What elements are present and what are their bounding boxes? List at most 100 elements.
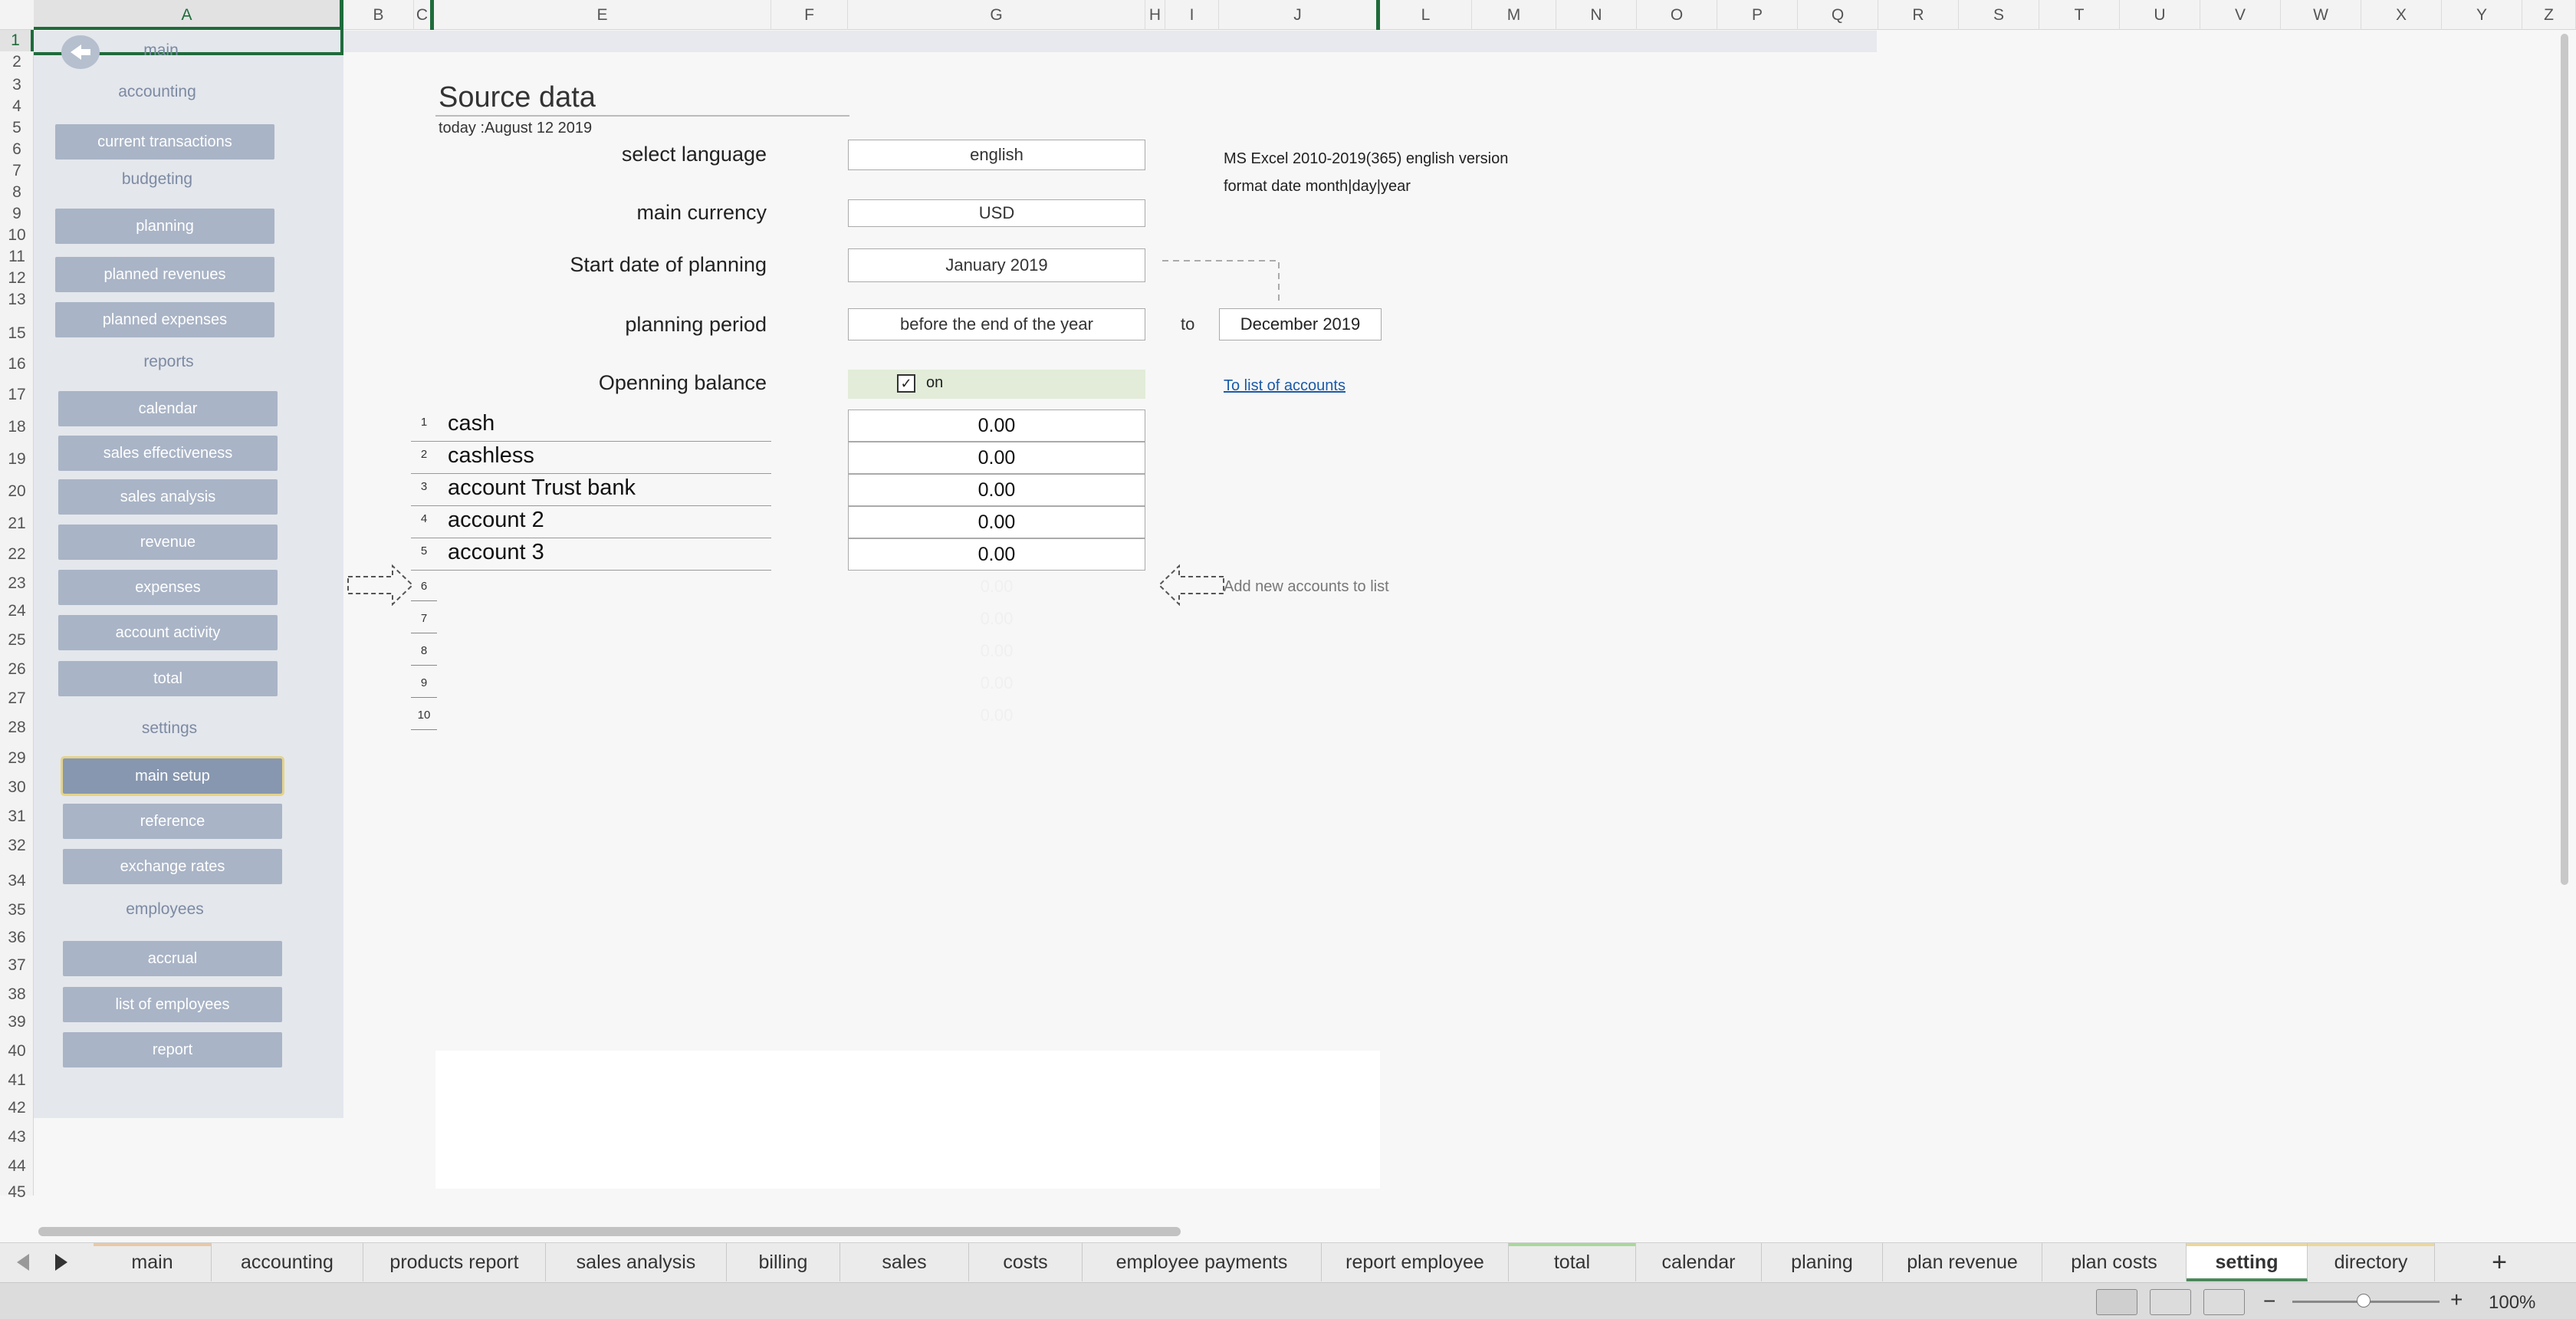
page-layout-view-icon[interactable] [2150, 1289, 2191, 1315]
row-header[interactable]: 30 [0, 777, 34, 798]
row-header[interactable]: 23 [0, 573, 34, 594]
nav-calendar-button[interactable]: calendar [58, 391, 278, 426]
column-header[interactable]: G [848, 0, 1145, 30]
nav-expenses-button[interactable]: expenses [58, 570, 278, 605]
row-header[interactable]: 24 [0, 600, 34, 622]
column-header[interactable]: T [2039, 0, 2120, 30]
column-header[interactable]: I [1165, 0, 1219, 30]
sheet-tab-planing[interactable]: planing [1762, 1243, 1883, 1281]
language-select[interactable]: english [848, 140, 1145, 170]
row-header[interactable]: 27 [0, 688, 34, 709]
nav-sales-effectiveness-button[interactable]: sales effectiveness [58, 436, 278, 471]
nav-main-label[interactable]: main [84, 41, 238, 60]
row-header[interactable]: 26 [0, 659, 34, 680]
nav-current-transactions-button[interactable]: current transactions [55, 124, 274, 160]
row-header[interactable]: 9 [0, 203, 34, 225]
column-header[interactable]: U [2120, 0, 2200, 30]
zoom-slider-thumb[interactable] [2357, 1294, 2371, 1307]
planning-period-select[interactable]: before the end of the year [848, 308, 1145, 340]
account-balance[interactable]: 0.00 [848, 474, 1145, 506]
row-header[interactable]: 42 [0, 1097, 34, 1119]
column-header[interactable]: W [2281, 0, 2361, 30]
sheet-tab-costs[interactable]: costs [969, 1243, 1083, 1281]
account-balance[interactable]: 0.00 [848, 442, 1145, 474]
column-header[interactable]: O [1637, 0, 1717, 30]
row-header[interactable]: 38 [0, 984, 34, 1005]
nav-accrual-button[interactable]: accrual [63, 941, 282, 976]
row-header[interactable]: 37 [0, 955, 34, 976]
row-header[interactable]: 2 [0, 51, 34, 73]
row-header[interactable]: 11 [0, 246, 34, 268]
column-header[interactable]: L [1380, 0, 1472, 30]
sheet-tab-setting[interactable]: setting [2187, 1243, 2308, 1281]
empty-account-balance[interactable]: 0.00 [848, 673, 1145, 693]
row-header[interactable]: 4 [0, 96, 34, 117]
sheet-tab-calendar[interactable]: calendar [1636, 1243, 1762, 1281]
zoom-in-icon[interactable]: + [2450, 1289, 2463, 1311]
next-sheet-icon[interactable] [55, 1254, 67, 1271]
row-header[interactable]: 39 [0, 1011, 34, 1033]
row-header[interactable]: 28 [0, 717, 34, 738]
row-header[interactable]: 5 [0, 117, 34, 139]
sheet-tab-billing[interactable]: billing [727, 1243, 840, 1281]
column-header[interactable]: P [1717, 0, 1798, 30]
row-header[interactable]: 21 [0, 513, 34, 535]
row-header[interactable]: 20 [0, 481, 34, 502]
nav-exchange-rates-button[interactable]: exchange rates [63, 849, 282, 884]
row-header[interactable]: 40 [0, 1041, 34, 1062]
sheet-tab-main[interactable]: main [94, 1243, 212, 1281]
sheet-tab-accounting[interactable]: accounting [212, 1243, 363, 1281]
account-name[interactable]: cash [448, 411, 495, 436]
row-header[interactable]: 22 [0, 544, 34, 565]
column-header[interactable]: Y [2442, 0, 2522, 30]
row-header[interactable]: 36 [0, 927, 34, 949]
empty-account-balance[interactable]: 0.00 [848, 641, 1145, 661]
nav-planned-expenses-button[interactable]: planned expenses [55, 302, 274, 337]
sheet-tab-products-report[interactable]: products report [363, 1243, 546, 1281]
row-header[interactable]: 29 [0, 748, 34, 769]
currency-select[interactable]: USD [848, 199, 1145, 227]
empty-account-balance[interactable]: 0.00 [848, 609, 1145, 629]
sheet-tab-employee-payments[interactable]: employee payments [1083, 1243, 1322, 1281]
zoom-out-icon[interactable]: − [2263, 1291, 2275, 1312]
row-header[interactable]: 7 [0, 160, 34, 182]
account-name[interactable]: account 2 [448, 508, 544, 533]
sheet-tab-directory[interactable]: directory [2308, 1243, 2435, 1281]
row-header[interactable]: 13 [0, 289, 34, 311]
row-header[interactable]: 41 [0, 1070, 34, 1091]
column-header[interactable]: V [2200, 0, 2281, 30]
column-header[interactable]: Q [1798, 0, 1878, 30]
row-header[interactable]: 32 [0, 835, 34, 857]
nav-report-button[interactable]: report [63, 1032, 282, 1067]
nav-account-activity-button[interactable]: account activity [58, 615, 278, 650]
row-header[interactable]: 19 [0, 449, 34, 470]
column-header[interactable]: R [1878, 0, 1959, 30]
add-sheet-button[interactable]: + [2484, 1247, 2515, 1278]
prev-sheet-icon[interactable] [17, 1254, 29, 1271]
column-header[interactable]: N [1556, 0, 1637, 30]
row-header[interactable]: 6 [0, 139, 34, 160]
account-balance[interactable]: 0.00 [848, 410, 1145, 442]
column-header[interactable]: Z [2522, 0, 2576, 30]
nav-planned-revenues-button[interactable]: planned revenues [55, 257, 274, 292]
row-header[interactable]: 35 [0, 900, 34, 921]
normal-view-icon[interactable] [2096, 1289, 2137, 1315]
sheet-tab-sales[interactable]: sales [840, 1243, 969, 1281]
column-header[interactable]: F [771, 0, 848, 30]
account-balance[interactable]: 0.00 [848, 538, 1145, 571]
column-header[interactable]: A [34, 0, 343, 30]
sheet-tab-sales-analysis[interactable]: sales analysis [546, 1243, 727, 1281]
page-break-view-icon[interactable] [2203, 1289, 2245, 1315]
row-header[interactable]: 44 [0, 1156, 34, 1177]
column-header[interactable]: M [1472, 0, 1556, 30]
column-header[interactable]: E [434, 0, 771, 30]
row-header[interactable]: 1 [0, 30, 34, 51]
row-header[interactable]: 16 [0, 354, 34, 375]
row-header[interactable]: 31 [0, 806, 34, 827]
empty-account-balance[interactable]: 0.00 [848, 706, 1145, 725]
row-header[interactable]: 25 [0, 630, 34, 651]
column-header[interactable]: H [1145, 0, 1165, 30]
start-date-input[interactable]: January 2019 [848, 248, 1145, 282]
nav-revenue-button[interactable]: revenue [58, 525, 278, 560]
account-name[interactable]: account 3 [448, 540, 544, 565]
